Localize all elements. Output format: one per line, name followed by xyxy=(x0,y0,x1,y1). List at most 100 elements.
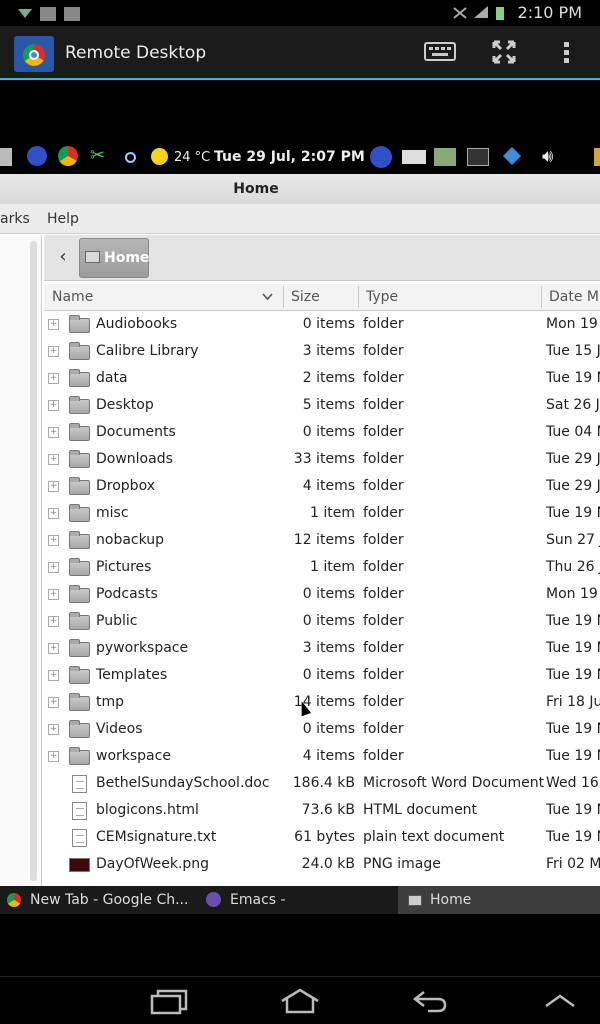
task-chrome[interactable]: New Tab - Google Ch... xyxy=(0,886,196,914)
file-row[interactable]: + Templates 0 items folder Tue 19 N xyxy=(44,662,600,689)
file-type: Microsoft Word Document xyxy=(363,775,545,791)
terminal-icon[interactable] xyxy=(467,148,489,166)
printer-icon[interactable] xyxy=(402,150,426,164)
overflow-menu-icon[interactable] xyxy=(562,40,572,66)
column-size[interactable]: Size xyxy=(291,289,320,305)
weather-sun-icon xyxy=(151,148,168,165)
fullscreen-icon[interactable] xyxy=(492,40,516,64)
file-row[interactable]: + Desktop 5 items folder Sat 26 J xyxy=(44,392,600,419)
column-name[interactable]: Name xyxy=(52,289,93,305)
expander-plus-icon[interactable]: + xyxy=(48,481,59,492)
expander-plus-icon[interactable]: + xyxy=(48,400,59,411)
file-row[interactable]: + pyworkspace 3 items folder Tue 19 N xyxy=(44,635,600,662)
file-date-modified: Tue 29 J xyxy=(546,478,600,494)
file-row[interactable]: blogicons.html 73.6 kB HTML document Tue 19… xyxy=(44,797,600,824)
file-name: DayOfWeek.png xyxy=(96,856,210,872)
menu-bookmarks[interactable]: arks xyxy=(0,211,30,227)
chevron-up-icon[interactable] xyxy=(544,993,576,1009)
menu-icon[interactable] xyxy=(0,148,12,166)
folder-icon xyxy=(69,396,90,414)
file-type: plain text document xyxy=(363,829,505,845)
expander-plus-icon[interactable]: + xyxy=(48,589,59,600)
file-row[interactable]: + Pictures 1 item folder Thu 26 J xyxy=(44,554,600,581)
file-date-modified: Tue 19 N xyxy=(546,370,600,386)
file-size: 4 items xyxy=(302,478,355,494)
expander-plus-icon[interactable]: + xyxy=(48,697,59,708)
file-size: 0 items xyxy=(302,667,355,683)
file-type: folder xyxy=(363,478,404,494)
expander-plus-icon[interactable]: + xyxy=(48,643,59,654)
remote-screen-margin-bottom xyxy=(0,914,600,976)
file-row[interactable]: + tmp 14 items folder Fri 18 Ju xyxy=(44,689,600,716)
file-row[interactable]: + Videos 0 items folder Tue 19 N xyxy=(44,716,600,743)
file-row[interactable]: + Calibre Library 3 items folder Tue 15 J xyxy=(44,338,600,365)
file-row[interactable]: DayOfWeek.png 24.0 kB PNG image Fri 02 M xyxy=(44,851,600,878)
scissors-icon[interactable]: ✂ xyxy=(90,146,110,166)
expander-plus-icon[interactable]: + xyxy=(48,670,59,681)
expander-plus-icon[interactable]: + xyxy=(48,427,59,438)
expander-plus-icon[interactable]: + xyxy=(48,319,59,330)
expander-plus-icon[interactable]: + xyxy=(48,724,59,735)
file-row[interactable]: + workspace 4 items folder Tue 19 N xyxy=(44,743,600,770)
dropbox-icon[interactable] xyxy=(502,146,522,166)
file-type: folder xyxy=(363,721,404,737)
file-size: 2 items xyxy=(302,370,355,386)
weather-temperature[interactable]: 24 °C xyxy=(174,150,210,165)
file-row[interactable]: + Podcasts 0 items folder Mon 19 xyxy=(44,581,600,608)
file-type: folder xyxy=(363,667,404,683)
file-row[interactable]: CEMsignature.txt 61 bytes plain text docum… xyxy=(44,824,600,851)
file-row[interactable]: + nobackup 12 items folder Sun 27 J xyxy=(44,527,600,554)
window-titlebar[interactable]: Home xyxy=(0,174,600,204)
recent-apps-icon[interactable] xyxy=(150,989,190,1015)
network-icon[interactable] xyxy=(125,152,136,163)
desktop-top-panel: ✂ 24 °C Tue 29 Jul, 2:07 PM 🔊︎ xyxy=(0,140,600,174)
expander-plus-icon[interactable]: + xyxy=(48,562,59,573)
file-size: 4 items xyxy=(302,748,355,764)
panel-item-partial[interactable] xyxy=(594,148,600,166)
panel-clock[interactable]: Tue 29 Jul, 2:07 PM xyxy=(214,149,365,165)
file-name: Pictures xyxy=(96,559,152,575)
file-row[interactable]: + misc 1 item folder Tue 19 N xyxy=(44,500,600,527)
column-type[interactable]: Type xyxy=(366,289,398,305)
home-icon[interactable] xyxy=(279,987,321,1015)
file-row[interactable]: BethelSundaySchool.doc 186.4 kB Microsoft … xyxy=(44,770,600,797)
sidebar-scrollbar[interactable] xyxy=(30,241,37,881)
task-home[interactable]: Home xyxy=(398,886,600,914)
file-name: Templates xyxy=(96,667,168,683)
back-icon[interactable] xyxy=(412,989,448,1013)
expander-plus-icon[interactable]: + xyxy=(48,373,59,384)
task-label: Home xyxy=(430,892,472,908)
file-date-modified: Tue 19 N xyxy=(546,802,600,818)
expander-plus-icon[interactable]: + xyxy=(48,751,59,762)
breadcrumb-home[interactable]: Home xyxy=(79,238,149,278)
expander-plus-icon[interactable]: + xyxy=(48,454,59,465)
expander-plus-icon[interactable]: + xyxy=(48,535,59,546)
task-emacs[interactable]: Emacs - xyxy=(200,886,396,914)
keyboard-icon[interactable] xyxy=(424,42,456,62)
expander-plus-icon[interactable]: + xyxy=(48,346,59,357)
folder-icon xyxy=(69,612,90,630)
launcher-icon-blue[interactable] xyxy=(370,146,392,168)
expander-plus-icon[interactable]: + xyxy=(48,508,59,519)
menu-help[interactable]: Help xyxy=(47,211,79,227)
file-row[interactable]: + Downloads 33 items folder Tue 29 J xyxy=(44,446,600,473)
file-row[interactable]: + Dropbox 4 items folder Tue 29 J xyxy=(44,473,600,500)
sort-chevron-down-icon[interactable] xyxy=(262,293,273,301)
expander-plus-icon[interactable]: + xyxy=(48,616,59,627)
system-monitor-icon[interactable] xyxy=(434,148,456,166)
file-row[interactable]: + Audiobooks 0 items folder Mon 19 xyxy=(44,311,600,338)
chrome-remote-desktop-icon[interactable] xyxy=(14,36,54,72)
browser-launcher-icon[interactable] xyxy=(27,146,47,166)
breadcrumb-label: Home xyxy=(104,250,150,266)
file-name: Audiobooks xyxy=(96,316,178,332)
folder-icon xyxy=(69,504,90,522)
file-row[interactable]: + data 2 items folder Tue 19 N xyxy=(44,365,600,392)
file-row[interactable]: + Public 0 items folder Tue 19 N xyxy=(44,608,600,635)
file-row[interactable]: + Documents 0 items folder Tue 04 N xyxy=(44,419,600,446)
volume-icon[interactable]: 🔊︎ xyxy=(542,146,553,167)
folder-icon xyxy=(69,450,90,468)
chrome-launcher-icon[interactable] xyxy=(58,146,78,166)
file-size: 0 items xyxy=(302,586,355,602)
column-date[interactable]: Date M xyxy=(549,289,599,305)
back-button[interactable]: ‹ xyxy=(50,245,76,271)
